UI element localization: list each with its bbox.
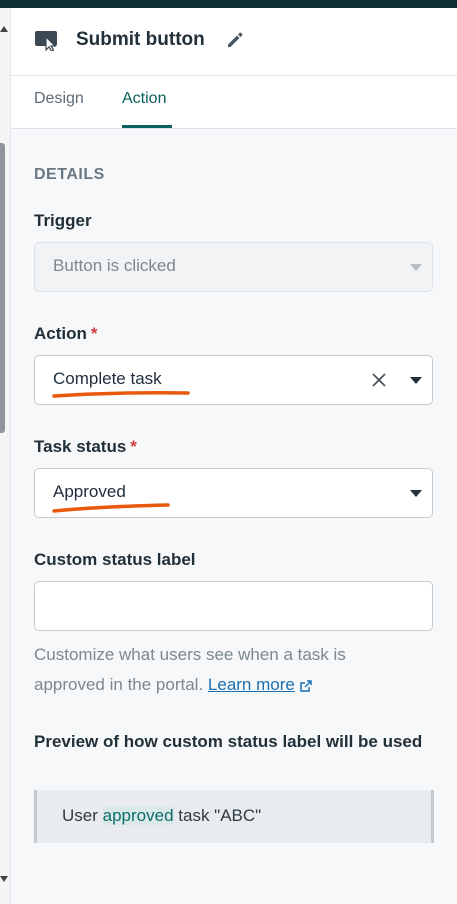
helper-text: Customize what users see when a task is … [34,645,346,694]
preview-label: Preview of how custom status label will … [34,732,423,751]
custom-status-input[interactable] [34,581,433,631]
trigger-value: Button is clicked [53,256,176,275]
custom-status-label: Custom status label [34,550,196,569]
trigger-select: Button is clicked [34,242,433,292]
clear-icon[interactable] [370,371,388,389]
panel-header: Submit button [11,8,457,76]
canvas-edge [0,8,11,904]
action-value: Complete task [53,369,162,388]
chevron-down-icon[interactable] [410,490,422,497]
scroll-down-arrow[interactable] [0,876,8,882]
tab-action[interactable]: Action [122,90,166,108]
tab-bar: Design Action [11,76,457,129]
active-tab-indicator [122,125,172,128]
window-top-bar [0,0,457,8]
component-title: Submit button [76,29,205,50]
preview-text: User approved task "ABC" [62,806,262,825]
learn-more-link[interactable]: Learn more [208,675,295,694]
annotation-underline [52,503,170,513]
preview-highlight: approved [102,806,174,825]
chevron-down-icon[interactable] [410,377,422,384]
required-marker: * [90,324,98,343]
external-link-icon[interactable] [299,679,313,693]
section-title: DETAILS [34,166,105,183]
cursor-button-icon [35,31,57,51]
properties-panel: Submit button Design Action DETAILS Trig… [11,8,457,904]
tab-design[interactable]: Design [34,90,84,108]
trigger-label: Trigger [34,211,92,230]
chevron-down-icon [410,264,422,271]
preview-box: User approved task "ABC" [34,790,434,843]
annotation-underline [52,390,190,398]
canvas-scrollbar[interactable] [0,143,5,433]
action-label: Action * [34,324,98,343]
pencil-icon[interactable] [225,30,245,50]
task-status-value: Approved [53,482,126,501]
scroll-up-arrow[interactable] [0,26,8,32]
action-settings: DETAILS Trigger Button is clicked Action… [11,129,457,904]
required-marker: * [130,437,137,456]
task-status-label: Task status * [34,437,137,456]
